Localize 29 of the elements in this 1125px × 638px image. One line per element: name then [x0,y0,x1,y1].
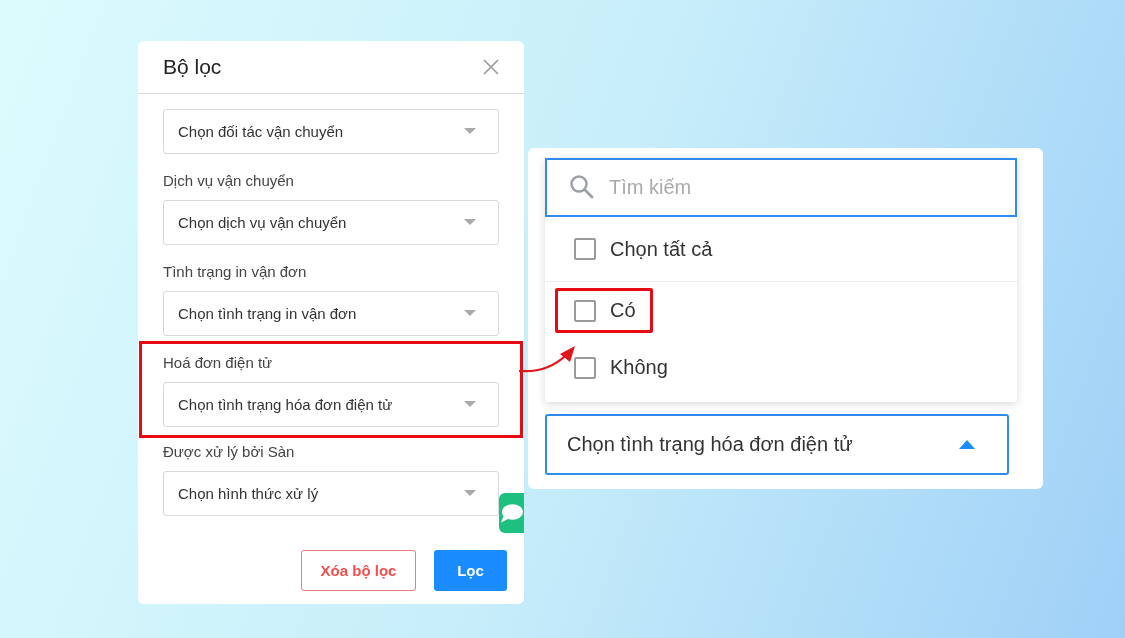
field-label: Dịch vụ vận chuyển [163,171,295,191]
checkbox[interactable] [574,238,596,260]
panel-title: Bộ lọc [163,55,222,79]
select-field[interactable]: Chọn tình trạng hóa đơn điện tử [545,414,1009,475]
caret-icon [464,490,476,497]
caret-icon [464,401,476,408]
option-label[interactable]: Có [610,299,636,322]
caret-icon [464,310,476,317]
select-field[interactable]: Chọn tình trạng hóa đơn điện tử [163,382,499,427]
caret-icon [464,219,476,226]
search-field[interactable]: Tìm kiếm [545,158,1017,217]
field-label: Tình trạng in vận đơn [163,262,308,282]
field-label: Hoá đơn điện tử [163,353,274,373]
select-field[interactable]: Chọn đối tác vận chuyển [163,109,499,154]
field-label: Được xử lý bởi Sàn [163,442,296,462]
clear-filter-button[interactable]: Xóa bộ lọc [301,550,416,591]
caret-icon [959,440,975,449]
select-field[interactable]: Chọn tình trạng in vận đơn [163,291,499,336]
option-label[interactable]: Không [610,356,668,379]
arrow-icon [518,345,576,375]
chat-icon[interactable] [499,493,524,533]
checkbox[interactable] [574,356,596,379]
search-icon [569,174,595,200]
close-icon[interactable] [483,59,499,75]
select-field[interactable]: Chọn dịch vụ vận chuyển [163,200,499,245]
select-field[interactable]: Chọn hình thức xử lý [163,471,499,516]
option-label[interactable]: Chọn tất cả [610,237,713,261]
caret-icon [464,128,476,135]
checkbox[interactable] [574,299,596,322]
